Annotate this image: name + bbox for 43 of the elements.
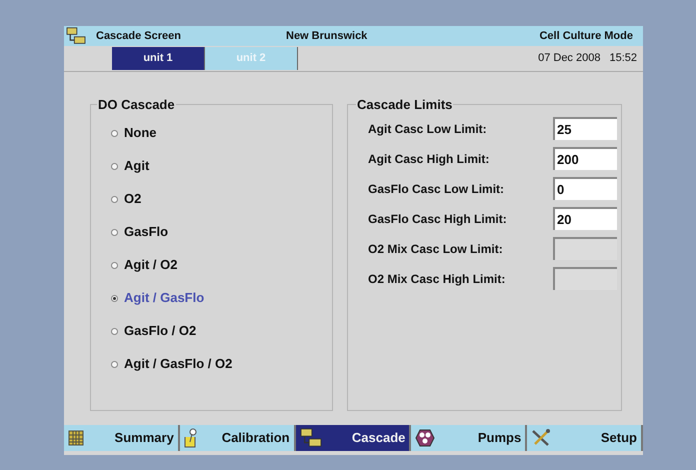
unit-tab[interactable]: unit 1 [112, 47, 205, 70]
limit-field[interactable]: 200 [553, 147, 617, 170]
radio-label[interactable]: GasFlo [124, 222, 168, 242]
cascade-icon [66, 27, 86, 45]
nav-tab[interactable]: Pumps [411, 425, 528, 451]
pump-icon [415, 429, 436, 447]
company-name: New Brunswick [286, 28, 368, 44]
field-label: GasFlo Casc Low Limit: [368, 180, 506, 198]
radio-button[interactable] [111, 196, 118, 202]
limit-field[interactable]: 0 [553, 177, 617, 200]
nav-tab[interactable]: Calibration [180, 425, 296, 451]
radio-button[interactable] [111, 328, 118, 334]
field-label: GasFlo Casc High Limit: [368, 210, 508, 228]
grid-icon [68, 430, 84, 446]
radio-button[interactable] [111, 228, 118, 236]
date-label: 07 Dec 2008 [538, 51, 600, 66]
field-label: O2 Mix Casc Low Limit: [368, 240, 504, 258]
limit-field[interactable]: 25 [553, 117, 617, 140]
tools-icon [531, 429, 552, 447]
radio-label[interactable]: None [124, 123, 156, 143]
beaker-icon [184, 428, 198, 448]
window-title: Cascade Screen [96, 28, 182, 44]
radio-label[interactable]: Agit / GasFlo [124, 288, 204, 308]
radio-label[interactable]: Agit [124, 156, 150, 176]
field-label: Agit Casc High Limit: [368, 150, 490, 168]
radio-button[interactable] [111, 360, 118, 368]
nav-tab[interactable]: Cascade [296, 425, 412, 451]
nav-tab[interactable]: Summary [64, 425, 180, 451]
time-label: 15:52 [609, 51, 637, 66]
radio-label[interactable]: Agit / O2 [124, 255, 178, 275]
limit-field[interactable]: 20 [553, 207, 617, 230]
radio-label[interactable]: Agit / GasFlo / O2 [124, 354, 232, 374]
field-label: Agit Casc Low Limit: [368, 120, 488, 138]
mode-label: Cell Culture Mode [539, 28, 633, 44]
radio-label[interactable]: GasFlo / O2 [124, 321, 196, 341]
radio-button[interactable] [111, 262, 118, 268]
nav-tab[interactable]: Setup [527, 425, 643, 451]
field-label: O2 Mix Casc High Limit: [368, 270, 506, 288]
cascade-icon [300, 428, 322, 448]
radio-button[interactable] [111, 130, 118, 136]
radio-button[interactable] [111, 294, 118, 302]
radio-button[interactable] [111, 162, 118, 170]
radio-label[interactable]: O2 [124, 189, 142, 209]
